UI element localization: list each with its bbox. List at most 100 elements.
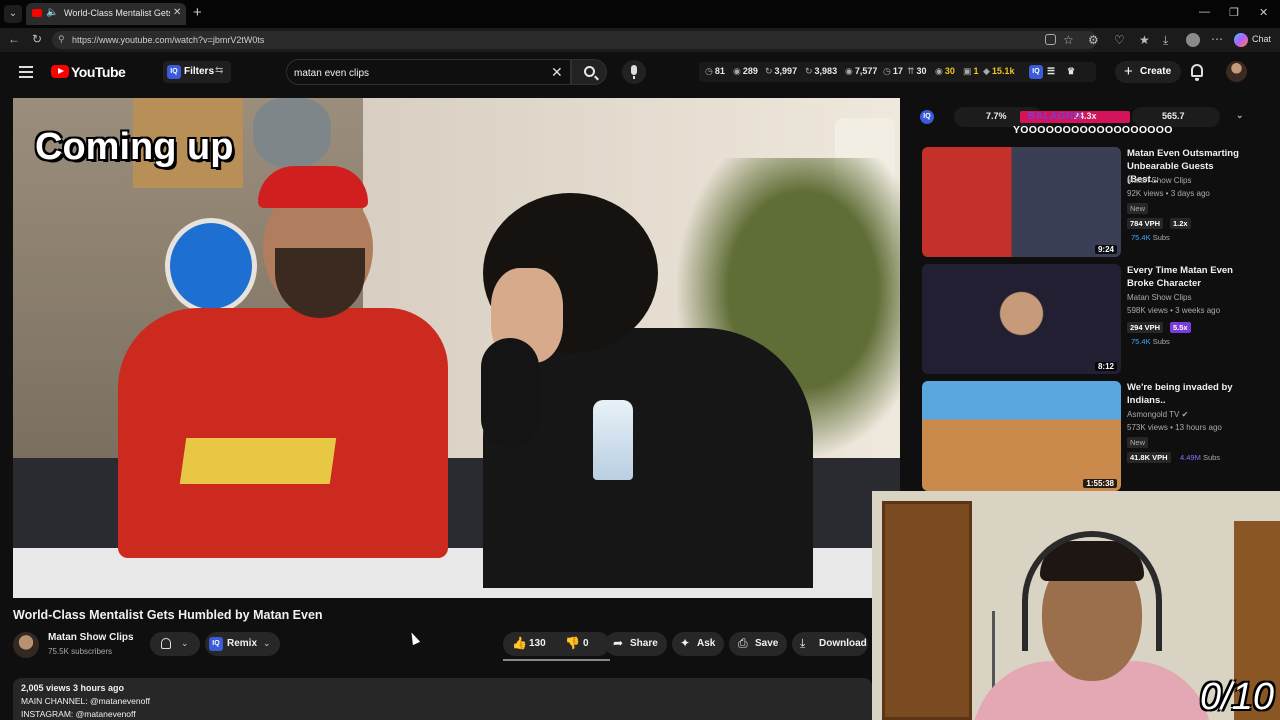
description-box[interactable]: 2,005 views 3 hours ago MAIN CHANNEL: @m… (13, 678, 872, 720)
webcam-overlay: 0/10 (872, 491, 1280, 720)
list-icon[interactable]: ☰ (1047, 66, 1055, 77)
scene-red-cap (258, 166, 368, 208)
multiplier-chip: 5.5x (1170, 322, 1191, 333)
stat-10: ◆ 15.1k (983, 66, 1015, 76)
sliders-icon: ⇆ (215, 65, 224, 76)
filters-button[interactable]: IQ Filters ⇆ (163, 61, 231, 83)
iq-logo-icon[interactable]: IQ (920, 110, 934, 124)
like-count[interactable]: 130 (529, 638, 546, 649)
extension-stats-bar: ◷ 81 ◉ 289 ↻ 3,997 ↻ 3,983 ◉ 7,577 ◷ 17 ⇈ 30 ◉ 3… (699, 62, 1096, 82)
scene-helmet (165, 218, 257, 314)
share-icon: ➦ (613, 636, 624, 650)
create-button[interactable]: + Create (1115, 61, 1181, 83)
dislike-count[interactable]: 0 (583, 638, 589, 649)
scene-alien-head (253, 98, 331, 168)
chevron-down-icon[interactable]: ⌄ (1236, 110, 1244, 121)
plus-icon: + (1124, 63, 1133, 80)
description-meta: 2,005 views 3 hours ago (21, 683, 125, 693)
chevron-down-icon: ⌄ (181, 638, 189, 648)
like-dislike-group: 👍 130 👎 0 (503, 632, 610, 656)
url-text: https://www.youtube.com/watch?v=jbmrV2tW… (72, 35, 265, 45)
iq-stats-icon[interactable]: IQ (1029, 65, 1043, 79)
video-player[interactable]: Coming up (13, 98, 900, 598)
recommendation-channel[interactable]: Matan Show Clips (1127, 293, 1191, 302)
new-tab-button[interactable]: + (193, 4, 202, 21)
microphone-icon (631, 65, 637, 79)
refresh-icon[interactable]: ↻ (32, 32, 42, 46)
video-title: World-Class Mentalist Gets Humbled by Ma… (13, 608, 323, 622)
video-duration: 9:24 (1094, 245, 1117, 254)
extension-icon[interactable]: ⚙ (1088, 33, 1099, 47)
video-duration: 8:12 (1094, 362, 1117, 371)
recommendation-thumbnail[interactable]: 9:24 (922, 147, 1121, 257)
download-arrow-icon: ⤓ (800, 636, 806, 650)
recommendation-meta: 92K views • 3 days ago (1127, 189, 1210, 198)
remix-button[interactable]: IQ Remix ⌄ (205, 632, 280, 656)
thumbs-down-icon[interactable]: 👎 (565, 636, 580, 650)
trophy-icon[interactable]: ♛ (1067, 66, 1075, 77)
like-ratio-bar (503, 659, 610, 661)
vph-chip: 294 VPH (1127, 322, 1164, 333)
close-window-icon[interactable]: ✕ (1259, 6, 1268, 19)
browser-tab-active[interactable]: 🔈 World-Class Mentalist Gets Humbled by … (26, 3, 186, 25)
youtube-logo-icon[interactable] (51, 65, 69, 78)
search-button[interactable] (571, 59, 607, 85)
menu-icon[interactable] (19, 66, 33, 78)
app-available-icon[interactable] (1045, 34, 1056, 45)
close-tab-icon[interactable]: ✕ (173, 7, 181, 18)
more-menu-icon[interactable]: ⋯ (1211, 32, 1223, 46)
speaker-icon[interactable]: 🔈 (46, 7, 58, 18)
url-field[interactable]: ⚲ https://www.youtube.com/watch?v=jbmrV2… (52, 31, 1097, 49)
chevron-down-icon: ⌄ (263, 638, 271, 648)
search-box: ✕ (286, 59, 571, 85)
tab-actions-menu-icon[interactable]: ⌄ (4, 5, 22, 23)
account-avatar[interactable] (1226, 61, 1247, 82)
bookmark-icon: ⎙ (738, 636, 748, 650)
browser-essentials-icon[interactable]: ♡ (1114, 33, 1125, 47)
iq-remix-icon: IQ (209, 637, 223, 651)
recommendation-title[interactable]: We're being invaded by Indians.. (1127, 381, 1247, 407)
share-button[interactable]: ➦ Share (605, 632, 667, 656)
recommendation-title[interactable]: Every Time Matan Even Broke Character (1127, 264, 1247, 290)
new-badge: New (1127, 203, 1149, 214)
save-button[interactable]: ⎙ Save (729, 632, 787, 656)
subscription-notification-button[interactable]: ⌄ (150, 632, 200, 656)
site-info-icon[interactable]: ⚲ (58, 34, 65, 45)
iq-percent: 7.7% (986, 111, 1007, 121)
recommendation-channel[interactable]: Matan Show Clips (1127, 176, 1191, 185)
clear-search-icon[interactable]: ✕ (551, 64, 563, 81)
back-icon[interactable]: ← (8, 32, 20, 46)
minimize-icon[interactable]: — (1199, 6, 1210, 18)
channel-name[interactable]: Matan Show Clips (48, 632, 134, 643)
video-caption: Coming up (35, 126, 234, 168)
favorites-icon[interactable]: ★ (1139, 33, 1150, 47)
maximize-icon[interactable]: ❐ (1229, 6, 1239, 19)
voice-search-button[interactable] (622, 60, 646, 84)
stream-chat-message: YOOOOOOOOOOOOOOOOOO (1013, 124, 1173, 136)
favorite-star-icon[interactable]: ☆ (1063, 33, 1074, 47)
thumbs-up-icon[interactable]: 👍 (512, 636, 527, 650)
save-label: Save (755, 638, 779, 649)
recommendation-channel[interactable]: Asmongold TV ✔ (1127, 410, 1188, 419)
download-icon[interactable]: ⤓ (1163, 33, 1168, 48)
channel-avatar[interactable] (13, 632, 39, 658)
recommendation-thumbnail[interactable]: 1:55:38 (922, 381, 1121, 491)
notifications-bell-icon[interactable] (1191, 64, 1203, 81)
recommendation-thumbnail[interactable]: 8:12 (922, 264, 1121, 374)
copilot-icon[interactable] (1234, 33, 1248, 47)
youtube-logo-text[interactable]: YouTube (71, 64, 126, 80)
download-button[interactable]: ⤓ Download (792, 632, 868, 656)
verified-icon: ✔ (1181, 410, 1189, 419)
filters-label: Filters (184, 66, 215, 77)
iq-value: 565.7 (1162, 111, 1185, 121)
download-label: Download (819, 638, 867, 649)
sparkle-icon: ✦ (680, 636, 691, 650)
profile-icon[interactable] (1186, 33, 1200, 47)
vph-chip: 784 VPH (1127, 218, 1164, 229)
stat-3: ↻ 3,997 (765, 66, 798, 76)
mouse-cursor (407, 630, 421, 646)
chat-label[interactable]: Chat (1252, 34, 1271, 44)
iq-extension-icon: IQ (167, 65, 181, 79)
ask-button[interactable]: ✦ Ask (672, 632, 724, 656)
search-input[interactable] (294, 66, 534, 80)
